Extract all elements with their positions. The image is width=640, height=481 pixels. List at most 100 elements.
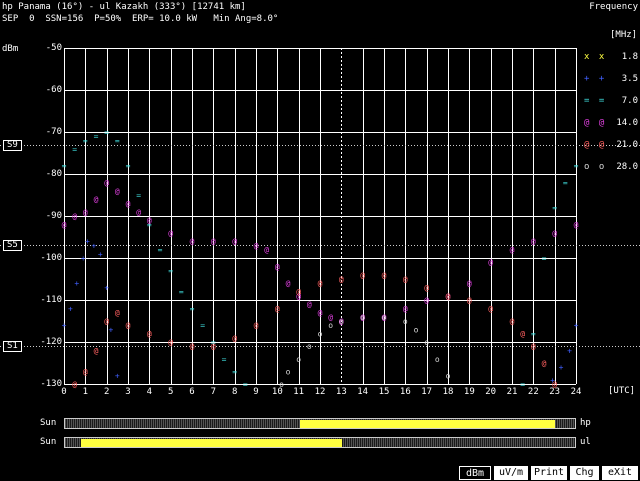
- data-point-series-2: =: [104, 128, 109, 137]
- data-point-series-1: +: [115, 372, 120, 381]
- x-tick-label: 5: [167, 387, 174, 397]
- data-point-series-4: @: [424, 283, 429, 292]
- data-point-series-3: @: [275, 262, 280, 271]
- data-point-series-3: @: [552, 229, 557, 238]
- y-tick-label: -110: [40, 295, 62, 305]
- legend-item-7-0: = = 7.0: [584, 96, 640, 106]
- data-point-series-2: =: [126, 162, 131, 171]
- data-point-series-5: o: [328, 321, 333, 330]
- legend-frequency: 28.0: [616, 162, 638, 172]
- data-point-series-3: @: [488, 258, 493, 267]
- data-point-series-2: =: [552, 204, 557, 213]
- sunlight-bar-hp: [64, 418, 576, 429]
- data-point-series-2: =: [232, 367, 237, 376]
- data-point-series-3: @: [531, 237, 536, 246]
- sun-label-hp: Sun: [40, 418, 57, 428]
- data-point-series-4: @: [211, 342, 216, 351]
- legend-symbol: + +: [584, 74, 607, 84]
- data-point-series-2: =: [222, 355, 227, 364]
- data-point-series-3: @: [190, 237, 195, 246]
- x-tick-label: 4: [146, 387, 153, 397]
- data-point-series-2: =: [83, 136, 88, 145]
- data-point-series-4: @: [254, 321, 259, 330]
- data-point-series-4: @: [296, 288, 301, 297]
- data-point-series-3: @: [307, 300, 312, 309]
- data-point-series-1: +: [98, 250, 103, 259]
- reference-label-s5: S5: [3, 239, 22, 251]
- sunlight-fill-hp: [299, 420, 555, 428]
- data-point-series-1: +: [68, 304, 73, 313]
- x-tick-label: 20: [485, 387, 497, 397]
- data-point-series-3: @: [286, 279, 291, 288]
- data-point-series-5: o: [286, 367, 291, 376]
- legend-symbol: @ @: [584, 118, 607, 128]
- x-tick-label: 22: [527, 387, 539, 397]
- data-point-series-2: =: [115, 136, 120, 145]
- data-point-series-5: o: [403, 317, 408, 326]
- data-point-series-4: @: [446, 292, 451, 301]
- data-point-series-3: @: [254, 241, 259, 250]
- data-point-series-1: +: [574, 321, 579, 330]
- legend-frequency: 1.8: [621, 52, 638, 62]
- data-point-series-2: =: [200, 321, 205, 330]
- x-tick-label: 11: [293, 387, 305, 397]
- data-point-series-3: @: [94, 195, 99, 204]
- data-point-series-5: o: [446, 372, 451, 381]
- data-point-series-3: @: [104, 178, 109, 187]
- data-point-series-5: o: [360, 313, 365, 322]
- legend-symbol: o o: [584, 162, 607, 172]
- data-point-series-2: =: [94, 132, 99, 141]
- x-tick-label: 9: [253, 387, 259, 397]
- sun-label-ul: Sun: [40, 437, 57, 447]
- data-point-series-3: @: [264, 246, 269, 255]
- data-point-series-3: @: [62, 220, 67, 229]
- data-point-series-4: @: [542, 359, 547, 368]
- data-point-series-2: =: [62, 162, 67, 171]
- data-point-series-1: +: [85, 237, 90, 246]
- print-button[interactable]: Print: [531, 466, 567, 480]
- reference-label-s1: S1: [3, 340, 22, 352]
- legend-item-1-8: x x 1.8: [584, 52, 640, 62]
- data-point-series-2: =: [136, 191, 141, 200]
- y-tick-label: -70: [45, 127, 62, 137]
- data-point-series-5: o: [424, 338, 429, 347]
- data-point-series-3: @: [136, 208, 141, 217]
- data-point-series-4: @: [531, 342, 536, 351]
- data-point-series-3: @: [168, 229, 173, 238]
- data-point-series-3: @: [211, 237, 216, 246]
- uvm-button[interactable]: uV/m: [494, 466, 528, 480]
- data-point-series-4: @: [126, 321, 131, 330]
- dbm-button[interactable]: dBm: [459, 466, 491, 480]
- sunlight-bar-ul: [64, 437, 576, 448]
- x-tick-label: 18: [442, 387, 454, 397]
- data-point-series-5: o: [339, 317, 344, 326]
- data-point-series-4: @: [168, 338, 173, 347]
- data-point-series-1: +: [104, 283, 109, 292]
- x-tick-label: 21: [506, 387, 518, 397]
- exit-button[interactable]: eXit: [602, 466, 638, 480]
- change-button[interactable]: Chg: [570, 466, 599, 480]
- data-point-series-3: @: [318, 309, 323, 318]
- data-point-series-3: @: [574, 220, 579, 229]
- x-tick-label: 19: [463, 387, 475, 397]
- data-point-series-5: o: [382, 313, 387, 322]
- data-point-series-4: @: [318, 279, 323, 288]
- data-point-series-3: @: [232, 237, 237, 246]
- x-tick-label: 1: [82, 387, 89, 397]
- x-tick-label: 3: [125, 387, 131, 397]
- legend-item-14-0: @ @ 14.0: [584, 118, 640, 128]
- data-point-series-5: o: [307, 342, 312, 351]
- data-point-series-2: =: [179, 288, 184, 297]
- legend-item-28-0: o o 28.0: [584, 162, 640, 172]
- data-point-series-4: @: [403, 275, 408, 284]
- data-point-series-4: @: [467, 296, 472, 305]
- data-point-series-1: +: [91, 241, 96, 250]
- x-tick-label: 23: [549, 387, 561, 397]
- data-point-series-2: =: [72, 145, 77, 154]
- legend-symbol: @ @: [584, 140, 607, 150]
- data-point-series-3: @: [147, 216, 152, 225]
- data-point-series-5: o: [318, 330, 323, 339]
- legend-frequency: 7.0: [621, 96, 638, 106]
- data-point-series-4: @: [115, 309, 120, 318]
- x-tick-label: 7: [210, 387, 217, 397]
